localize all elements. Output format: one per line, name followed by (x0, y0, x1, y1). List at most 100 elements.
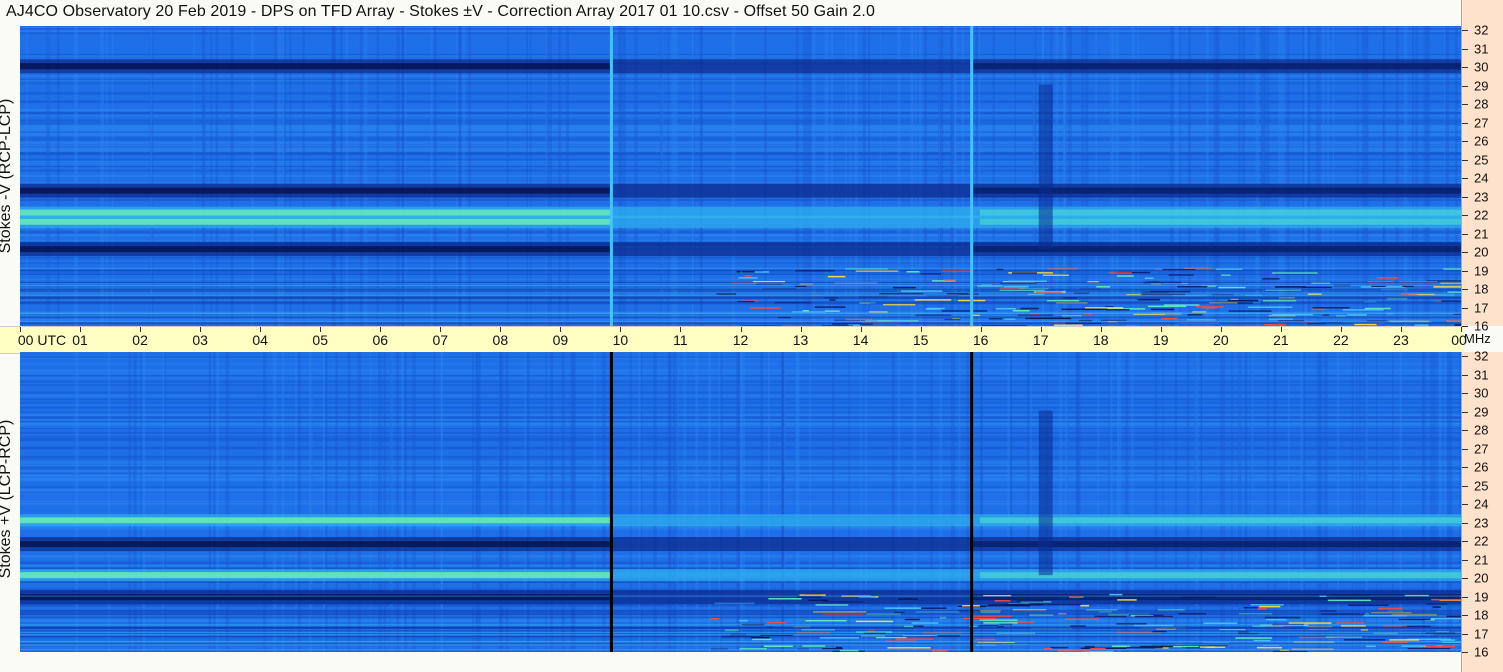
noise-speck (921, 607, 947, 609)
noise-speck (1376, 277, 1399, 279)
spectrogram-top-image (20, 26, 1461, 326)
freq-tick-label: 24 (1474, 170, 1489, 186)
spectrogram-column (1238, 352, 1242, 652)
noise-speck (1109, 593, 1123, 596)
spectrogram-column (1186, 352, 1190, 652)
noise-speck (944, 279, 956, 281)
noise-speck (1228, 310, 1272, 312)
noise-line (20, 294, 1461, 296)
freq-tick (1462, 559, 1468, 561)
noise-line (20, 612, 1461, 614)
noise-speck (1275, 286, 1306, 288)
noise-line (20, 288, 1461, 290)
noise-line (20, 321, 1461, 323)
spectrogram-column (140, 352, 143, 652)
spectrogram-column (1200, 352, 1203, 652)
dark-band-core (970, 63, 1461, 70)
spectrogram-column (897, 352, 900, 652)
noise-speck (994, 600, 1011, 602)
spectrogram-column (1230, 352, 1233, 652)
noise-speck (884, 607, 921, 609)
freq-tick (1462, 67, 1468, 68)
spectrogram-column (128, 352, 131, 652)
spectrogram-column (767, 352, 770, 652)
freq-tick-label: 17 (1474, 300, 1489, 315)
spectrogram-column (794, 352, 799, 652)
noise-speck (898, 598, 918, 600)
freq-tick (1462, 541, 1468, 542)
dark-band-core (20, 594, 610, 601)
noise-speck (1256, 646, 1283, 649)
time-tick-label: 03 (192, 332, 208, 348)
freq-tick (1462, 122, 1468, 124)
noise-speck (900, 290, 943, 292)
time-tick-label: 22 (1333, 332, 1349, 348)
noise-speck (1161, 317, 1177, 320)
spectrogram-column (389, 352, 393, 652)
freq-tick (1462, 159, 1468, 161)
freq-tick (1462, 289, 1468, 290)
spectrogram-column (308, 352, 313, 652)
noise-line (20, 644, 1461, 646)
spectrogram-column (708, 352, 712, 652)
noise-speck (1398, 618, 1431, 621)
spectrogram-column (1358, 352, 1361, 652)
freq-tick (1462, 196, 1468, 198)
noise-speck (802, 309, 809, 312)
noise-line (20, 649, 1461, 651)
spectrogram-column (133, 352, 137, 652)
spectrogram-column (683, 352, 686, 652)
noise-speck (819, 637, 860, 639)
spectrogram-streak (20, 163, 1461, 165)
noise-speck (1265, 618, 1287, 621)
noise-speck (1012, 309, 1030, 312)
freq-tick-label: 20 (1474, 244, 1489, 260)
spectrogram-column (561, 352, 565, 652)
noise-speck (827, 275, 846, 278)
spectrogram-column (629, 352, 632, 652)
dark-band-core (20, 63, 610, 70)
freq-tick (1462, 485, 1468, 487)
spectrogram-column (1174, 352, 1178, 652)
time-tick-label: 09 (552, 332, 569, 348)
spectrogram-column (433, 352, 436, 652)
time-tick-label: 14 (852, 332, 869, 348)
spectrogram-column (1351, 352, 1354, 652)
noise-speck (752, 638, 772, 641)
noise-speck (1070, 625, 1086, 627)
freq-tick-label: 23 (1474, 515, 1489, 530)
noise-speck (941, 310, 988, 312)
freq-tick (1462, 374, 1468, 376)
noise-speck (710, 617, 719, 620)
spectrogram-streak (20, 169, 1461, 172)
noise-line (20, 634, 1461, 636)
noise-line (20, 603, 1461, 605)
spectrogram-bottom-panel (20, 352, 1461, 652)
spectrogram-column (950, 352, 955, 652)
freq-tick-label: 25 (1474, 478, 1489, 493)
noise-line (20, 295, 1461, 297)
spectrogram-streak (20, 289, 1461, 292)
time-tick-label: 02 (132, 332, 148, 348)
noise-speck (1085, 307, 1123, 309)
noise-speck (925, 308, 941, 310)
freq-tick-label: 19 (1474, 263, 1489, 278)
noise-speck (1257, 608, 1267, 610)
spectrogram-streak (20, 158, 1461, 161)
spectrogram-column (1125, 352, 1129, 652)
spectrogram-top-panel (20, 26, 1461, 326)
spectrogram-column (672, 352, 677, 652)
bright-band-core (20, 572, 610, 579)
spectrogram-column (1422, 352, 1424, 652)
spectrogram-column (1355, 352, 1358, 652)
noise-speck (1050, 646, 1069, 649)
freq-tick-label: 18 (1474, 281, 1489, 297)
noise-speck (983, 622, 1018, 624)
noise-speck (1288, 622, 1332, 624)
bright-band-core (20, 218, 610, 225)
spectrogram-streak (20, 126, 1461, 129)
spectrogram-column (357, 352, 362, 652)
spectrogram-column (550, 352, 553, 652)
spectrogram-column (1391, 352, 1394, 652)
spectrogram-column (404, 352, 407, 652)
